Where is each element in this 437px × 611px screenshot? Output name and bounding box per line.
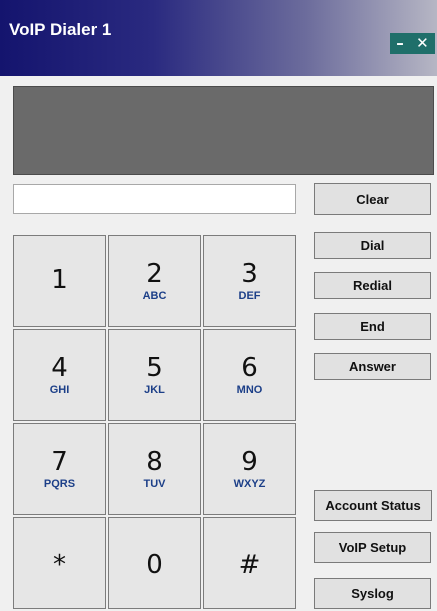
- key-6[interactable]: 6 MNO: [203, 329, 296, 421]
- key-letters: ABC: [142, 290, 167, 302]
- key-hash[interactable]: #: [203, 517, 296, 609]
- key-digit: #: [238, 550, 261, 580]
- key-letters: JKL: [144, 384, 165, 396]
- title-bar[interactable]: VoIP Dialer 1 – ✕: [0, 0, 437, 76]
- key-digit: 1: [51, 265, 68, 295]
- key-digit: 7: [51, 447, 68, 477]
- key-digit: 9: [241, 447, 258, 477]
- key-0[interactable]: 0: [108, 517, 201, 609]
- clear-button[interactable]: Clear: [314, 183, 431, 215]
- key-7[interactable]: 7 PQRS: [13, 423, 106, 515]
- key-letters: GHI: [49, 384, 70, 396]
- minimize-icon[interactable]: –: [396, 36, 404, 51]
- keypad: 1 2 ABC 3 DEF 4 GHI 5 JKL 6 MNO 7 PQRS 8: [13, 235, 298, 611]
- key-letters: DEF: [238, 290, 261, 302]
- key-letters: WXYZ: [233, 478, 266, 490]
- key-8[interactable]: 8 TUV: [108, 423, 201, 515]
- window-title: VoIP Dialer 1: [9, 20, 112, 39]
- key-1[interactable]: 1: [13, 235, 106, 327]
- close-icon[interactable]: ✕: [416, 36, 429, 51]
- voip-setup-button[interactable]: VoIP Setup: [314, 532, 431, 563]
- key-star[interactable]: *: [13, 517, 106, 609]
- key-digit: 8: [146, 447, 163, 477]
- key-3[interactable]: 3 DEF: [203, 235, 296, 327]
- key-letters: MNO: [236, 384, 263, 396]
- key-digit: 6: [241, 353, 258, 383]
- key-9[interactable]: 9 WXYZ: [203, 423, 296, 515]
- syslog-button[interactable]: Syslog: [314, 578, 431, 609]
- number-input[interactable]: [13, 184, 296, 214]
- key-4[interactable]: 4 GHI: [13, 329, 106, 421]
- call-display-panel: [13, 86, 434, 175]
- key-digit: 2: [146, 259, 163, 289]
- key-2[interactable]: 2 ABC: [108, 235, 201, 327]
- account-status-button[interactable]: Account Status: [314, 490, 432, 521]
- redial-button[interactable]: Redial: [314, 272, 431, 299]
- dial-button[interactable]: Dial: [314, 232, 431, 259]
- key-letters: TUV: [143, 478, 166, 490]
- key-digit: 0: [146, 550, 163, 580]
- key-digit: 5: [146, 353, 163, 383]
- key-digit: *: [53, 550, 66, 580]
- voip-dialer-window: VoIP Dialer 1 – ✕ 1 2 ABC 3 DEF 4 GHI 5 …: [0, 0, 437, 611]
- key-digit: 3: [241, 259, 258, 289]
- answer-button[interactable]: Answer: [314, 353, 431, 380]
- key-5[interactable]: 5 JKL: [108, 329, 201, 421]
- key-digit: 4: [51, 353, 68, 383]
- key-letters: PQRS: [43, 478, 76, 490]
- window-controls: – ✕: [390, 33, 435, 54]
- end-button[interactable]: End: [314, 313, 431, 340]
